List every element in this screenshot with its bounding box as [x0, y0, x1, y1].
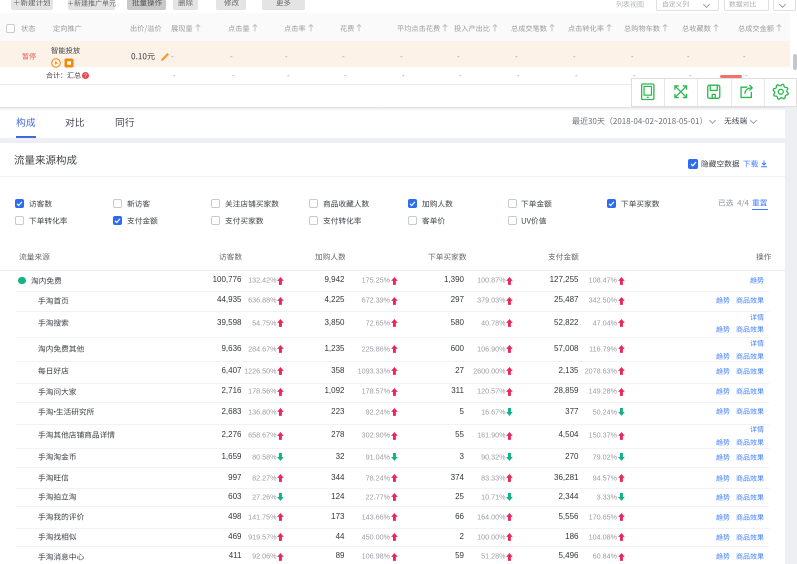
svg-text:?: ? — [84, 74, 87, 80]
